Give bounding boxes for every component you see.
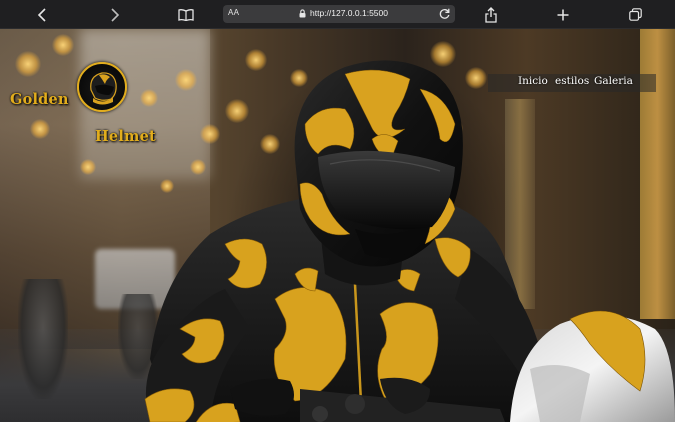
share-button[interactable] <box>480 4 502 25</box>
nav-link-inicio[interactable]: Inicio <box>518 75 548 87</box>
back-icon <box>37 7 46 22</box>
web-page: Golden Helmet Inicio estilos Galeria <box>0 29 675 422</box>
lock-icon <box>299 9 306 18</box>
new-tab-button[interactable] <box>552 4 574 25</box>
nav-link-estilos[interactable]: estilos <box>555 75 589 87</box>
browser-toolbar: AA http://127.0.0.1:5500 <box>0 0 675 29</box>
address-bar[interactable]: AA http://127.0.0.1:5500 <box>223 5 455 23</box>
main-nav: Inicio estilos Galeria <box>488 74 656 92</box>
forward-button[interactable] <box>104 4 126 25</box>
brand-name-line-1: Golden <box>10 91 69 108</box>
bookmarks-button[interactable] <box>175 4 197 25</box>
text-size-button[interactable]: AA <box>228 8 239 17</box>
share-icon <box>485 6 497 23</box>
helmet-logo-icon <box>90 72 117 105</box>
reload-icon[interactable] <box>438 7 451 20</box>
tab-overview-button[interactable] <box>624 4 646 25</box>
site-logo[interactable] <box>77 62 127 112</box>
forward-icon <box>111 7 120 22</box>
brand-name-line-2: Helmet <box>95 128 156 145</box>
tabs-icon <box>628 8 642 21</box>
back-button[interactable] <box>31 4 53 25</box>
bookmarks-icon <box>178 9 194 21</box>
nav-link-galeria[interactable]: Galeria <box>594 75 633 87</box>
new-tab-icon <box>557 9 569 20</box>
url-text: http://127.0.0.1:5500 <box>310 8 388 18</box>
